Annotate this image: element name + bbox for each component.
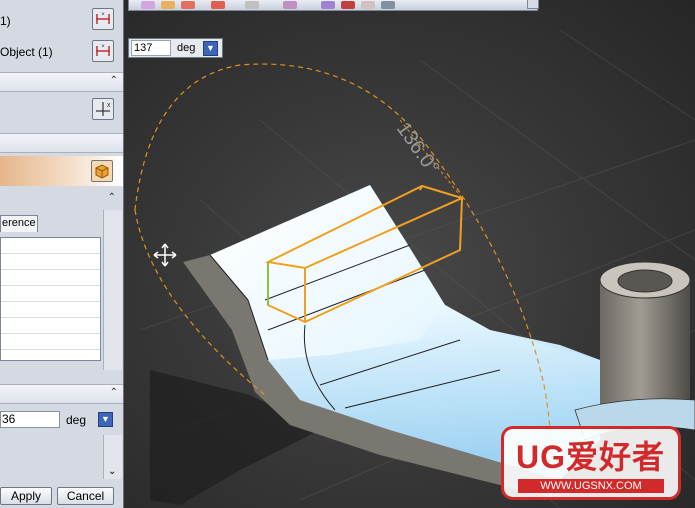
chevron-up-icon[interactable]: ⌃ [110,387,118,398]
cube-icon[interactable] [91,160,113,182]
toolbar-icon-4[interactable] [211,1,225,9]
chevron-down-icon[interactable]: ⌄ [108,466,116,477]
crosshair-cursor-icon [153,243,177,267]
list-item[interactable] [1,254,100,270]
toolbar-icon-6[interactable] [283,1,297,9]
watermark-logo: UG爱好者 WWW.UGSNX.COM [501,426,681,500]
svg-text:×: × [101,44,105,50]
toolbar-icon-9[interactable] [361,1,375,9]
cylinder-boss [574,261,695,441]
toolbar-dropdown-button[interactable] [527,0,539,9]
group-header-3[interactable]: ⌃ [0,384,123,404]
list-item[interactable] [1,318,100,334]
angle-input-unit: deg [177,42,196,54]
angle-input-value[interactable]: 137 [131,40,171,56]
svg-text:x: x [107,102,111,109]
chevron-up-icon[interactable]: ⌃ [110,75,118,86]
toolbar-icon-7[interactable] [321,1,335,9]
selection-row-2: Object (1) × [0,40,123,64]
list-item[interactable] [1,302,100,318]
angle-unit: deg [66,413,87,427]
selection-2-label: Object (1) [0,45,53,59]
list-item[interactable] [1,270,100,286]
select-icon[interactable]: × [92,8,114,30]
vector-row: x [0,98,123,124]
list-item[interactable] [1,334,100,350]
list-box[interactable] [0,237,101,361]
dialog-panel: 1) × Object (1) × ⌃ x ⌃ erence ⌃ 36 deg … [0,0,124,508]
tab-reference[interactable]: erence [0,215,38,232]
angle-field[interactable]: 36 [0,411,60,428]
angle-dimension-label[interactable]: 136.0° [392,118,443,178]
onscreen-angle-input: 137 deg ▼ [128,38,223,58]
toolbar-icon-8[interactable] [341,1,355,9]
group-header-2[interactable] [0,133,123,153]
group-header-1[interactable]: ⌃ [0,72,123,92]
chevron-up-icon[interactable]: ⌃ [108,192,116,203]
list-item[interactable] [1,238,100,254]
toolbar-icon-2[interactable] [161,1,175,9]
toolbar-icon-10[interactable] [381,1,395,9]
apply-button[interactable]: Apply [0,487,52,505]
toolbar-icon-1[interactable] [141,1,155,9]
list-scrollbar[interactable] [103,210,122,370]
cancel-button[interactable]: Cancel [57,487,114,505]
list-group-header[interactable]: ⌃ [0,190,123,210]
toolbar-icon-3[interactable] [181,1,195,9]
selected-body-row[interactable] [0,156,123,186]
angle-row: 36 deg ▼ [0,409,123,431]
top-toolbar [128,0,538,11]
svg-text:×: × [101,12,105,18]
list-item[interactable] [1,286,100,302]
selection-1-label: 1) [0,14,11,28]
panel-scrollbar[interactable]: ⌄ [103,435,122,479]
unit-dropdown-arrow-icon[interactable]: ▼ [98,412,113,427]
vector-constructor-icon[interactable]: x [92,98,114,120]
watermark-url: WWW.UGSNX.COM [518,479,664,493]
watermark-title: UG爱好者 [516,439,666,475]
select-object-icon[interactable]: × [92,40,114,62]
selection-row-1: 1) × [0,8,123,32]
dropdown-arrow-icon[interactable]: ▼ [203,40,218,56]
toolbar-icon-5[interactable] [245,1,259,9]
